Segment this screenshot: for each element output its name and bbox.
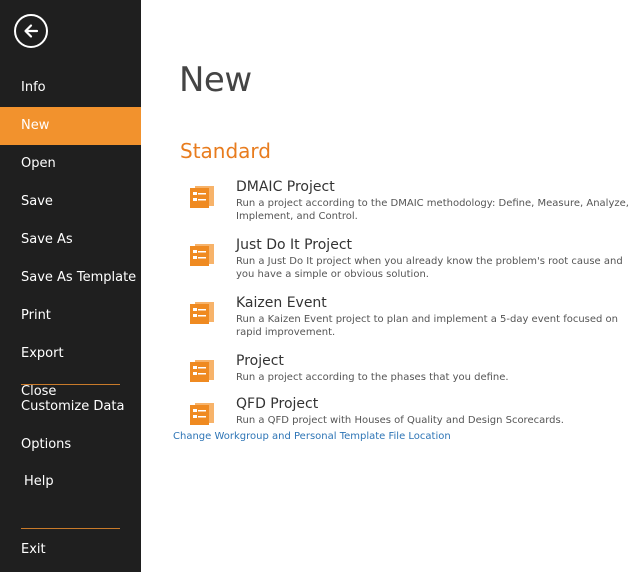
page-title: New (179, 60, 252, 100)
template-description: Run a Just Do It project when you alread… (236, 256, 623, 280)
sidebar-item-customize-data[interactable]: Customize Data (0, 388, 141, 426)
template-description: Run a Kaizen Event project to plan and i… (236, 314, 619, 338)
template-name: Just Do It Project (236, 237, 352, 253)
project-template-icon (190, 302, 214, 324)
template-description: Run a project according to the phases th… (236, 372, 509, 383)
sidebar-divider (21, 384, 120, 385)
project-template-icon (190, 403, 214, 425)
sidebar-item-open[interactable]: Open (0, 145, 141, 183)
project-template-icon (190, 360, 214, 382)
sidebar-item-export[interactable]: Export (0, 335, 141, 373)
template-name: Project (236, 353, 284, 369)
sidebar-item-save-as[interactable]: Save As (0, 221, 141, 259)
sidebar-item-exit[interactable]: Exit (0, 531, 141, 569)
sidebar-item-help[interactable]: Help (0, 463, 141, 501)
sidebar-item-info[interactable]: Info (0, 69, 141, 107)
sidebar-item-print[interactable]: Print (0, 297, 141, 335)
sidebar-item-options[interactable]: Options (0, 426, 141, 464)
back-button[interactable] (14, 14, 48, 48)
backstage-sidebar: Info New Open Save Save As Save As Templ… (0, 0, 141, 572)
template-description: Run a project according to the DMAIC met… (236, 198, 629, 222)
project-template-icon (190, 186, 214, 208)
sidebar-divider (21, 528, 120, 529)
template-name: DMAIC Project (236, 179, 335, 195)
project-template-icon (190, 244, 214, 266)
sidebar-item-save[interactable]: Save (0, 183, 141, 221)
main-panel: New Standard DMAIC Project Run a project… (141, 0, 629, 572)
template-name: Kaizen Event (236, 295, 327, 311)
back-arrow-icon (24, 24, 39, 38)
sidebar-item-new[interactable]: New (0, 107, 141, 145)
template-name: QFD Project (236, 396, 319, 412)
sidebar-item-save-as-template[interactable]: Save As Template (0, 259, 141, 297)
section-title-standard: Standard (180, 139, 271, 163)
template-description: Run a QFD project with Houses of Quality… (236, 415, 564, 426)
change-template-location-link[interactable]: Change Workgroup and Personal Template F… (173, 431, 451, 442)
